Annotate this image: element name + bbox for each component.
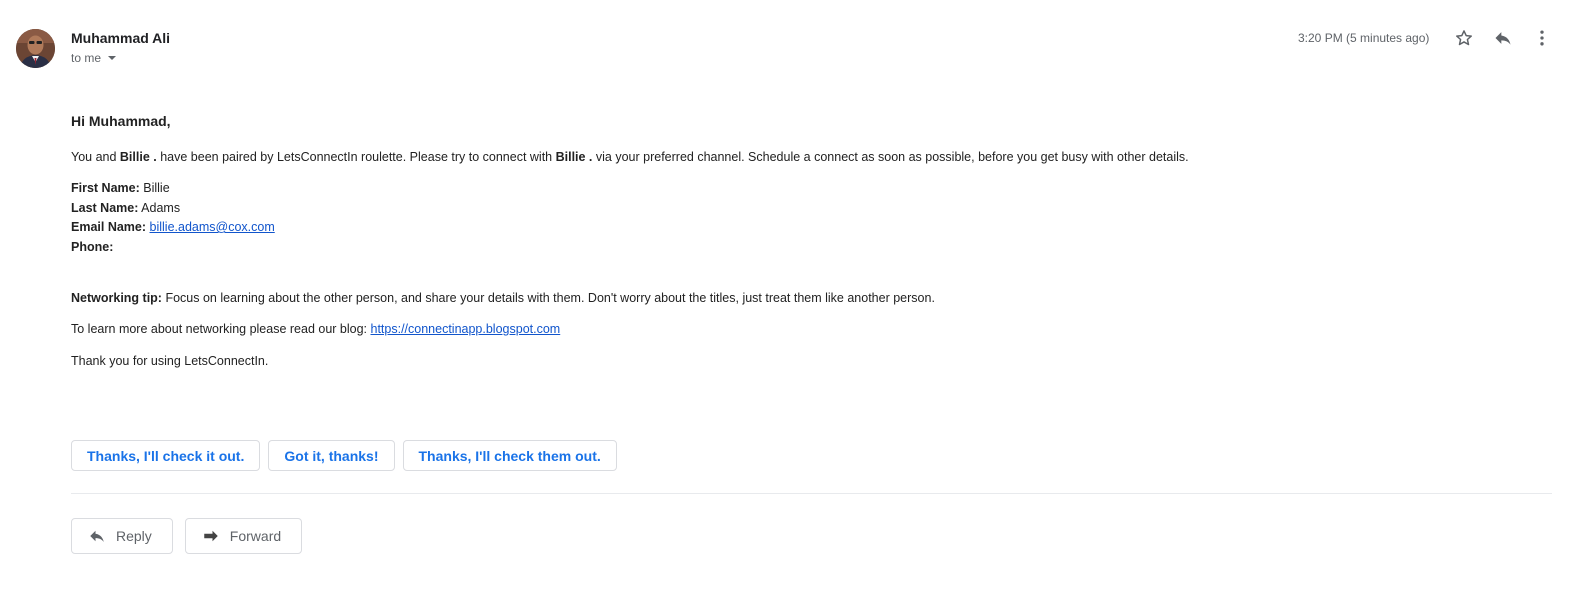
message-header: Muhammad Ali to me 3:20 PM (5 minutes ag… [0,0,1592,80]
smart-reply-chip[interactable]: Thanks, I'll check them out. [402,440,617,471]
reply-icon[interactable] [1491,26,1515,50]
networking-tip: Networking tip: Focus on learning about … [71,289,935,309]
paired-name: Billie . [555,150,593,164]
blog-link[interactable]: https://connectinapp.blogspot.com [371,322,561,336]
smart-reply-chip[interactable]: Thanks, I'll check it out. [71,440,261,471]
timestamp: 3:20 PM (5 minutes ago) [1298,31,1430,45]
to-label: to me [71,51,102,65]
caret-down-icon [108,56,117,60]
first-name-label: First Name: [71,181,140,195]
intro-text: have been paired by LetsConnectIn roulet… [156,150,556,164]
reply-button[interactable]: Reply [71,518,173,554]
phone-row: Phone: [71,238,275,258]
reply-label: Reply [116,528,152,544]
blog-text: To learn more about networking please re… [71,322,371,336]
last-name-label: Last Name: [71,200,139,215]
contact-details: First Name: Billie Last Name: Adams Emai… [71,179,275,257]
first-name-value: Billie [139,181,170,195]
recipient-details-toggle[interactable]: to me [71,51,117,65]
intro-text: You and [71,150,120,164]
greeting: Hi Muhammad, [71,113,171,129]
tip-text: Focus on learning about the other person… [161,291,935,305]
forward-button[interactable]: Forward [184,518,303,554]
forward-arrow-icon [204,530,218,542]
email-label: Email Name: [71,220,147,234]
email-row: Email Name: billie.adams@cox.com [71,218,275,238]
intro-text: via your preferred channel. Schedule a c… [592,150,1189,164]
smart-replies: Thanks, I'll check it out. Got it, thank… [71,440,617,471]
tip-label: Networking tip: [71,291,162,305]
last-name-value: Adams [138,200,181,215]
intro-paragraph: You and Billie . have been paired by Let… [71,148,1189,168]
star-icon[interactable] [1452,26,1476,50]
divider [71,493,1552,494]
closing-line: Thank you for using LetsConnectIn. [71,354,269,368]
phone-label: Phone: [71,239,114,254]
smart-reply-chip[interactable]: Got it, thanks! [268,440,395,471]
reply-actions: Reply Forward [71,518,303,554]
avatar[interactable] [16,29,55,68]
more-vert-icon[interactable] [1530,26,1554,50]
email-link[interactable]: billie.adams@cox.com [150,220,275,234]
blog-line: To learn more about networking please re… [71,320,560,340]
forward-label: Forward [229,528,282,544]
paired-name: Billie . [119,150,157,164]
sender-name[interactable]: Muhammad Ali [71,30,170,46]
last-name-row: Last Name: Adams [71,199,275,219]
reply-arrow-icon [90,530,104,542]
first-name-row: First Name: Billie [71,179,275,199]
